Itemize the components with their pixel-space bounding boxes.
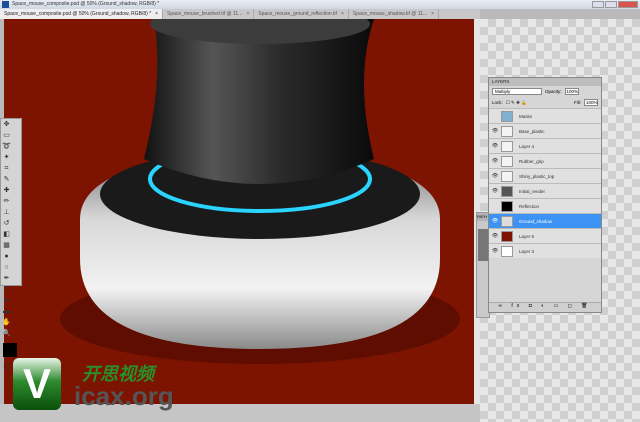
layer-thumbnail	[501, 185, 513, 197]
layer-row[interactable]: Masks	[489, 108, 601, 123]
layer-thumbnail	[501, 170, 513, 182]
layers-title[interactable]: LAYERS	[489, 78, 601, 86]
brush-tool-icon[interactable]: ✏	[2, 197, 11, 206]
layer-row[interactable]: 👁 Layer 4	[489, 138, 601, 153]
pen-tool-icon[interactable]: ✒	[2, 274, 11, 283]
marquee-tool-icon[interactable]: ▭	[2, 131, 11, 140]
layer-name: Rubber_grip	[519, 158, 544, 164]
maximize-button[interactable]	[605, 1, 617, 8]
layer-name: Ground_shadow	[519, 218, 553, 224]
eye-icon[interactable]: 👁	[489, 143, 501, 149]
layer-row[interactable]: 👁 Ground_shadow	[489, 213, 601, 228]
tab-label: Space_mouse_composite.psd @ 50% (Ground_…	[4, 11, 152, 17]
tab-brushed[interactable]: Space_mouse_brushed.tif @ 11... ×	[163, 9, 255, 19]
layer-row[interactable]: Reflection	[489, 198, 601, 213]
layers-footer-icons[interactable]: ∞ fx ◘ ◐ ▭ ◻ 🗑	[489, 302, 601, 312]
document-canvas[interactable]	[4, 19, 474, 404]
document-tabs: Space_mouse_composite.psd @ 50% (Ground_…	[0, 9, 480, 19]
status-bar	[0, 404, 480, 422]
lock-icons[interactable]: ☐ ✎ ✥ 🔒	[506, 100, 527, 106]
layer-thumbnail	[501, 215, 513, 227]
watermark-site: icax.org	[74, 381, 174, 411]
tab-composite[interactable]: Space_mouse_composite.psd @ 50% (Ground_…	[0, 9, 164, 19]
close-icon[interactable]: ×	[431, 9, 434, 19]
layer-name: Base_plastic	[519, 128, 545, 134]
eye-icon[interactable]: 👁	[489, 173, 501, 179]
close-icon[interactable]: ×	[155, 9, 158, 19]
space-mouse-image	[60, 19, 460, 364]
window-title: Space_mouse_composite.psd @ 50% (Ground_…	[12, 1, 160, 7]
eye-icon[interactable]: 👁	[489, 248, 501, 254]
blur-tool-icon[interactable]: ●	[2, 252, 11, 261]
lock-label: Lock:	[492, 100, 503, 105]
eye-icon[interactable]: 👁	[489, 158, 501, 164]
opacity-input[interactable]: 100%	[564, 88, 579, 95]
tab-shadow[interactable]: Space_mouse_shadow.tif @ 11... ×	[349, 9, 439, 19]
layer-thumbnail	[501, 125, 513, 137]
crop-tool-icon[interactable]: ⌗	[2, 164, 11, 173]
tab-label: Space_mouse_ground_reflection.tif	[258, 11, 337, 17]
close-icon[interactable]: ×	[246, 9, 249, 19]
hand-tool-icon[interactable]: ✋	[2, 318, 11, 327]
layer-thumbnail	[501, 140, 513, 152]
layer-row[interactable]: 👁 Rubber_grip	[489, 153, 601, 168]
type-tool-icon[interactable]: T	[2, 285, 11, 294]
tab-label: Space_mouse_brushed.tif @ 11...	[167, 11, 243, 17]
layers-panel: LAYERS Multiply Opacity: 100% Lock: ☐ ✎ …	[488, 77, 602, 313]
title-bar: Space_mouse_composite.psd @ 50% (Ground_…	[0, 0, 640, 9]
eye-icon[interactable]: 👁	[489, 233, 501, 239]
minimize-button[interactable]	[592, 1, 604, 8]
screen-mode-icon[interactable]: ▢	[2, 362, 11, 371]
tab-ground-reflection[interactable]: Space_mouse_ground_reflection.tif ×	[254, 9, 349, 19]
move-tool-icon[interactable]: ✥	[2, 120, 11, 129]
layer-name: Reflection	[519, 203, 540, 209]
wand-tool-icon[interactable]: ✦	[2, 153, 11, 162]
tab-label: Space_mouse_shadow.tif @ 11...	[352, 11, 428, 17]
layer-row[interactable]: 👁 Base_plastic	[489, 123, 601, 138]
healing-tool-icon[interactable]: ✚	[2, 186, 11, 195]
layer-name: Layer 5	[519, 233, 535, 239]
layer-name: Masks	[519, 113, 533, 119]
layer-thumbnail	[501, 230, 513, 242]
eye-icon[interactable]: 👁	[489, 218, 501, 224]
lasso-tool-icon[interactable]: ➰	[2, 142, 11, 151]
layer-thumbnail	[501, 155, 513, 167]
eye-icon[interactable]: 👁	[489, 188, 501, 194]
dodge-tool-icon[interactable]: ○	[2, 263, 11, 272]
layer-thumbnail	[501, 245, 513, 257]
layer-list: Masks 👁 Base_plastic 👁 Layer 4 👁 Rubber_grip 👁 S…	[489, 108, 601, 258]
layer-row[interactable]: 👁 Initial_render	[489, 183, 601, 198]
opacity-label: Opacity:	[545, 89, 562, 94]
history-brush-icon[interactable]: ↺	[2, 219, 11, 228]
watermark-logo: V	[13, 358, 61, 410]
fill-label: Fill:	[574, 100, 581, 105]
fill-input[interactable]: 100%	[584, 99, 598, 106]
layer-thumbnail	[501, 110, 513, 122]
layer-row[interactable]: 👁 Shiny_plastic_top	[489, 168, 601, 183]
stamp-tool-icon[interactable]: ⊥	[2, 208, 11, 217]
tools-panel: ✥ ▭ ➰ ✦ ⌗ ✎ ✚ ✏ ⊥ ↺ ◧ ▦ ● ○ ✒ T ➤ ▬ ✋ 🔍 ▢	[0, 118, 22, 370]
eye-icon[interactable]: 👁	[489, 128, 501, 134]
path-select-icon[interactable]: ➤	[2, 296, 11, 305]
close-icon[interactable]: ×	[341, 9, 344, 19]
layer-thumbnail	[501, 200, 513, 212]
layer-row[interactable]: 👁 Layer 5	[489, 228, 601, 243]
gradient-tool-icon[interactable]: ▦	[2, 241, 11, 250]
eraser-tool-icon[interactable]: ◧	[2, 230, 11, 239]
layer-name: Initial_render	[519, 188, 546, 194]
layer-name: Layer 4	[519, 143, 535, 149]
eyedropper-tool-icon[interactable]: ✎	[2, 175, 11, 184]
foreground-color-swatch[interactable]	[3, 343, 17, 357]
shape-tool-icon[interactable]: ▬	[2, 307, 11, 316]
layer-name: Shiny_plastic_top	[519, 173, 555, 179]
photoshop-icon	[2, 1, 9, 8]
close-button[interactable]	[618, 1, 638, 8]
zoom-tool-icon[interactable]: 🔍	[2, 329, 11, 338]
path-thumbnail[interactable]	[478, 229, 488, 261]
layer-name: Layer 3	[519, 248, 535, 254]
layer-row[interactable]: 👁 Layer 3	[489, 243, 601, 258]
blend-mode-select[interactable]: Multiply	[492, 88, 542, 95]
